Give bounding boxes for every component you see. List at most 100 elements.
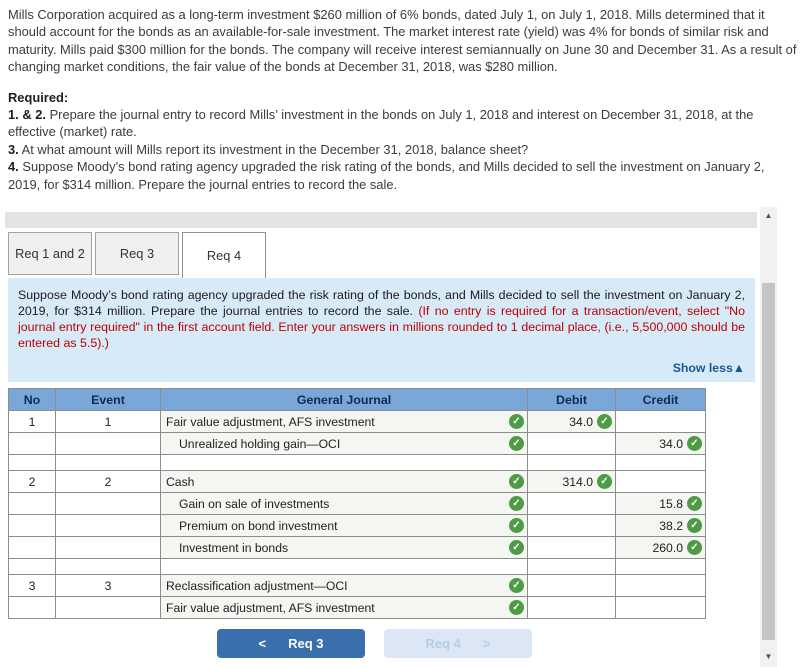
requirement-prefix: 1. & 2.: [8, 107, 46, 123]
journal-entry-table: No Event General Journal Debit Credit 1 …: [8, 388, 706, 619]
credit-cell[interactable]: 260.0 ✓: [615, 536, 706, 559]
debit-cell[interactable]: 314.0 ✓: [527, 470, 616, 493]
credit-cell[interactable]: [615, 470, 706, 493]
check-icon: ✓: [687, 540, 702, 555]
next-button-label: Req 4: [425, 636, 461, 651]
requirement-text: Prepare the journal entry to record Mill…: [8, 107, 754, 140]
spacer-row: [8, 454, 706, 471]
header-debit: Debit: [527, 388, 616, 411]
credit-cell[interactable]: [615, 410, 706, 433]
credit-cell[interactable]: [615, 574, 706, 597]
table-row: Premium on bond investment ✓ 38.2 ✓: [8, 514, 706, 537]
show-less-link[interactable]: Show less▲: [18, 361, 745, 375]
account-cell[interactable]: Unrealized holding gain—OCI ✓: [160, 432, 528, 455]
no-cell: [8, 514, 56, 537]
tab-req-1-and-2[interactable]: Req 1 and 2: [8, 232, 92, 275]
header-credit: Credit: [615, 388, 706, 411]
event-cell: [55, 432, 161, 455]
check-icon: ✓: [509, 518, 524, 533]
account-cell[interactable]: Reclassification adjustment—OCI ✓: [160, 574, 528, 597]
table-row: Fair value adjustment, AFS investment ✓: [8, 596, 706, 619]
requirement-prefix: 4.: [8, 159, 19, 175]
next-req-button[interactable]: Req 4 >: [384, 629, 532, 658]
problem-intro: Mills Corporation acquired as a long-ter…: [8, 7, 797, 75]
debit-cell[interactable]: [527, 536, 616, 559]
table-row: 2 2 Cash ✓ 314.0 ✓: [8, 470, 706, 493]
check-icon: ✓: [687, 518, 702, 533]
check-icon: ✓: [509, 540, 524, 555]
credit-cell[interactable]: 15.8 ✓: [615, 492, 706, 515]
panel-top-strip: [5, 212, 757, 228]
check-icon: ✓: [509, 600, 524, 615]
prev-button-label: Req 3: [288, 636, 324, 651]
requirement-text: Suppose Moody’s bond rating agency upgra…: [8, 159, 765, 192]
event-cell: [55, 596, 161, 619]
no-cell: 1: [8, 410, 56, 433]
account-cell[interactable]: Gain on sale of investments ✓: [160, 492, 528, 515]
check-icon: ✓: [687, 436, 702, 451]
scrollbar-thumb[interactable]: [762, 283, 775, 640]
prev-req-button[interactable]: < Req 3: [217, 629, 365, 658]
requirement-3: 3. At what amount will Mills report its …: [8, 141, 800, 158]
debit-cell[interactable]: 34.0 ✓: [527, 410, 616, 433]
account-cell[interactable]: Investment in bonds ✓: [160, 536, 528, 559]
pager-nav: < Req 3 Req 4 >: [217, 629, 755, 658]
table-row: Investment in bonds ✓ 260.0 ✓: [8, 536, 706, 559]
no-cell: 2: [8, 470, 56, 493]
table-row: Gain on sale of investments ✓ 15.8 ✓: [8, 492, 706, 515]
chevron-right-icon: >: [482, 636, 491, 651]
event-cell: [55, 536, 161, 559]
credit-cell[interactable]: 34.0 ✓: [615, 432, 706, 455]
check-icon: ✓: [509, 414, 524, 429]
requirement-prefix: 3.: [8, 141, 19, 157]
debit-cell[interactable]: [527, 596, 616, 619]
check-icon: ✓: [509, 436, 524, 451]
no-cell: [8, 432, 56, 455]
event-cell: [55, 492, 161, 515]
credit-cell[interactable]: 38.2 ✓: [615, 514, 706, 537]
credit-cell[interactable]: [615, 596, 706, 619]
account-cell[interactable]: Fair value adjustment, AFS investment ✓: [160, 596, 528, 619]
check-icon: ✓: [597, 414, 612, 429]
requirement-4: 4. Suppose Moody’s bond rating agency up…: [8, 158, 800, 193]
account-cell[interactable]: Fair value adjustment, AFS investment ✓: [160, 410, 528, 433]
account-cell[interactable]: Premium on bond investment ✓: [160, 514, 528, 537]
debit-cell[interactable]: [527, 514, 616, 537]
requirement-tabs: Req 1 and 2 Req 3 Req 4: [8, 232, 269, 278]
check-icon: ✓: [509, 474, 524, 489]
account-cell[interactable]: Cash ✓: [160, 470, 528, 493]
required-label: Required:: [8, 89, 69, 105]
debit-cell[interactable]: [527, 432, 616, 455]
tab-req-3[interactable]: Req 3: [95, 232, 179, 275]
check-icon: ✓: [687, 496, 702, 511]
check-icon: ✓: [509, 496, 524, 511]
debit-cell[interactable]: [527, 492, 616, 515]
event-cell: 1: [55, 410, 161, 433]
no-cell: 3: [8, 574, 56, 597]
no-cell: [8, 596, 56, 619]
table-row: 3 3 Reclassification adjustment—OCI ✓: [8, 574, 706, 597]
scroll-up-icon[interactable]: ▲: [760, 211, 777, 221]
vertical-scrollbar[interactable]: ▲ ▼: [760, 207, 777, 667]
instruction-box: Suppose Moody’s bond rating agency upgra…: [8, 278, 755, 382]
tab-req-4[interactable]: Req 4: [182, 232, 266, 278]
no-cell: [8, 492, 56, 515]
scroll-down-icon[interactable]: ▼: [760, 652, 777, 662]
tab-content: Suppose Moody’s bond rating agency upgra…: [8, 278, 755, 658]
table-row: Unrealized holding gain—OCI ✓ 34.0 ✓: [8, 432, 706, 455]
header-general-journal: General Journal: [160, 388, 528, 411]
requirement-1-2: 1. & 2. Prepare the journal entry to rec…: [8, 106, 800, 141]
event-cell: [55, 514, 161, 537]
event-cell: 3: [55, 574, 161, 597]
no-cell: [8, 536, 56, 559]
problem-statement: Mills Corporation acquired as a long-ter…: [8, 6, 800, 193]
instruction-text: Suppose Moody’s bond rating agency upgra…: [18, 287, 745, 351]
header-event: Event: [55, 388, 161, 411]
check-icon: ✓: [597, 474, 612, 489]
table-header-row: No Event General Journal Debit Credit: [8, 388, 706, 411]
spacer-row: [8, 558, 706, 575]
table-row: 1 1 Fair value adjustment, AFS investmen…: [8, 410, 706, 433]
debit-cell[interactable]: [527, 574, 616, 597]
check-icon: ✓: [509, 578, 524, 593]
requirement-text: At what amount will Mills report its inv…: [18, 141, 529, 157]
